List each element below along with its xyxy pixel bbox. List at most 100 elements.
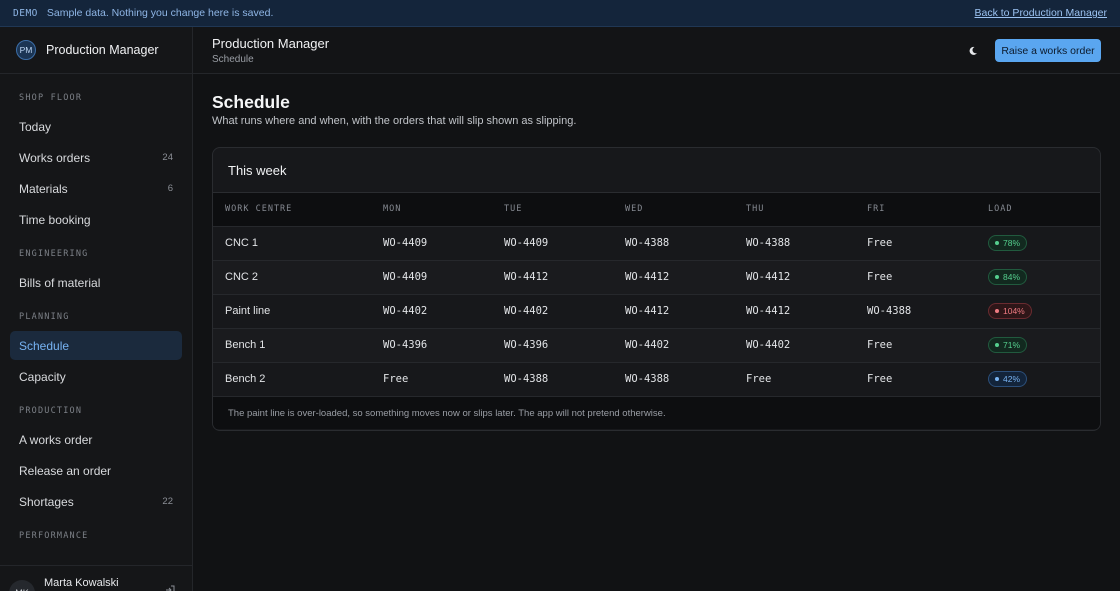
schedule-cell[interactable]: WO-4402 — [371, 294, 492, 328]
section-label: PLANNING — [19, 312, 70, 322]
work-centre-cell: Bench 1 — [225, 339, 266, 351]
schedule-cell: Free — [867, 271, 893, 283]
load-badge: 78% — [988, 235, 1028, 251]
sidebar-item-label: Bills of material — [19, 275, 101, 290]
breadcrumb: Schedule — [212, 54, 254, 65]
sidebar: PM Production Manager SHOP FLOOR Today Wor… — [0, 27, 193, 591]
schedule-cell[interactable]: WO-4402 — [734, 328, 855, 362]
schedule-cell[interactable]: WO-4388 — [855, 294, 976, 328]
sidebar-item-label: Time booking — [19, 212, 91, 227]
schedule-cell: Free — [383, 373, 409, 386]
status-dot-icon — [995, 275, 999, 279]
table-row[interactable]: CNC 2 WO-4409 WO-4412 WO-4412 WO-4412 Free 84% — [213, 260, 1100, 294]
load-value: 71% — [1003, 340, 1021, 350]
work-centre-cell: CNC 2 — [225, 271, 259, 283]
schedule-card: This week WORK CENTRE MON TUE WED THU FRI LOAD… — [212, 147, 1101, 431]
schedule-cell[interactable]: WO-4412 — [734, 260, 855, 294]
sidebar-item-bills-of-material[interactable]: Bills of material — [10, 268, 182, 297]
sidebar-item-label: A works order — [19, 432, 93, 447]
avatar: MK — [9, 580, 35, 591]
load-cell: 104% — [976, 294, 1100, 328]
schedule-cell[interactable]: WO-4409 — [371, 226, 492, 260]
column-header: TUE — [504, 204, 523, 215]
sidebar-item-works-orders[interactable]: Works orders 24 — [10, 143, 182, 172]
schedule-cell: Free — [867, 339, 893, 351]
sidebar-item-release-an-order[interactable]: Release an order — [10, 456, 182, 485]
sidebar-item-label: Release an order — [19, 463, 112, 478]
schedule-cell[interactable]: WO-4412 — [613, 294, 734, 328]
sidebar-item-a-works-order[interactable]: A works order — [10, 425, 182, 454]
table-header-row: WORK CENTRE MON TUE WED THU FRI LOAD — [213, 193, 1100, 226]
demo-tag: DEMO — [13, 7, 38, 19]
sidebar-item-label: Works orders — [19, 150, 91, 165]
sidebar-item-materials[interactable]: Materials 6 — [10, 174, 182, 203]
sidebar-item-schedule[interactable]: Schedule — [10, 331, 182, 360]
sidebar-item-count: 24 — [162, 152, 173, 163]
load-cell: 84% — [976, 260, 1100, 294]
schedule-cell[interactable]: WO-4412 — [492, 260, 613, 294]
load-badge: 71% — [988, 337, 1028, 353]
table-row[interactable]: Paint line WO-4402 WO-4402 WO-4412 WO-4412 WO… — [213, 294, 1100, 328]
sidebar-item-label: Today — [19, 119, 52, 134]
table-row[interactable]: CNC 1 WO-4409 WO-4409 WO-4388 WO-4388 Free 78% — [213, 226, 1100, 260]
work-centre-cell: Paint line — [225, 305, 271, 317]
load-cell: 71% — [976, 328, 1100, 362]
raise-works-order-button[interactable]: Raise a works order — [995, 39, 1101, 62]
load-cell: 42% — [976, 362, 1100, 396]
work-centre-cell: Bench 2 — [225, 373, 266, 386]
status-dot-icon — [995, 309, 999, 313]
schedule-cell: Free — [867, 237, 893, 249]
schedule-cell[interactable]: WO-4388 — [613, 362, 734, 396]
card-header: This week — [213, 148, 1100, 193]
column-header: WED — [625, 204, 644, 215]
page-subtitle: What runs where and when, with the order… — [212, 115, 577, 127]
schedule-cell[interactable]: WO-4402 — [613, 328, 734, 362]
schedule-cell[interactable]: WO-4402 — [492, 294, 613, 328]
table-row[interactable]: Bench 2 Free WO-4388 WO-4388 Free Free 42% — [213, 362, 1100, 396]
load-value: 84% — [1003, 272, 1021, 282]
column-header: MON — [383, 204, 402, 215]
sign-out-icon[interactable] — [165, 585, 175, 591]
schedule-cell[interactable]: WO-4412 — [613, 260, 734, 294]
demo-message: Sample data. Nothing you change here is … — [46, 7, 274, 19]
load-badge: 104% — [988, 303, 1032, 319]
brand-logo: PM — [16, 40, 36, 60]
top-header: Production Manager Schedule Raise a work… — [193, 27, 1120, 74]
sidebar-item-count: 22 — [162, 496, 173, 507]
table-body: CNC 1 WO-4409 WO-4409 WO-4388 WO-4388 Free 78%… — [213, 226, 1100, 396]
brand[interactable]: PM Production Manager — [0, 27, 192, 74]
schedule-footnote: The paint line is over-loaded, so someth… — [213, 396, 1100, 429]
status-dot-icon — [995, 377, 999, 382]
schedule-cell[interactable]: WO-4396 — [371, 328, 492, 362]
schedule-cell[interactable]: WO-4409 — [371, 260, 492, 294]
sidebar-item-label: Materials — [19, 181, 68, 196]
brand-name: Production Manager — [46, 43, 159, 57]
load-value: 104% — [1003, 306, 1025, 316]
sidebar-item-today[interactable]: Today — [10, 112, 182, 141]
sidebar-item-label: Schedule — [19, 338, 70, 353]
load-badge: 42% — [988, 371, 1028, 388]
sidebar-item-shortages[interactable]: Shortages 22 — [10, 487, 182, 516]
load-badge: 84% — [988, 269, 1028, 285]
column-header: LOAD — [988, 204, 1013, 215]
sidebar-nav: SHOP FLOOR Today Works orders 24 Materials 6 T… — [0, 92, 192, 543]
back-to-app-link[interactable]: Back to Production Manager — [975, 7, 1108, 19]
schedule-cell[interactable]: WO-4388 — [734, 226, 855, 260]
schedule-cell[interactable]: WO-4409 — [492, 226, 613, 260]
schedule-cell[interactable]: WO-4396 — [492, 328, 613, 362]
sidebar-item-capacity[interactable]: Capacity — [10, 362, 182, 391]
sidebar-item-count: 6 — [167, 183, 173, 194]
section-label: PRODUCTION — [19, 406, 83, 416]
status-dot-icon — [995, 241, 999, 245]
moon-icon[interactable] — [961, 39, 985, 63]
schedule-cell[interactable]: WO-4388 — [492, 362, 613, 396]
schedule-cell[interactable]: WO-4388 — [613, 226, 734, 260]
demo-banner: DEMO Sample data. Nothing you change her… — [0, 0, 1120, 27]
column-header: WORK CENTRE — [225, 204, 293, 215]
sidebar-item-time-booking[interactable]: Time booking — [10, 205, 182, 234]
schedule-cell[interactable]: WO-4412 — [734, 294, 855, 328]
schedule-cell: Free — [867, 373, 893, 386]
table-row[interactable]: Bench 1 WO-4396 WO-4396 WO-4402 WO-4402 Free 7… — [213, 328, 1100, 362]
sidebar-item-label: Capacity — [19, 369, 66, 384]
section-label: ENGINEERING — [19, 249, 89, 259]
